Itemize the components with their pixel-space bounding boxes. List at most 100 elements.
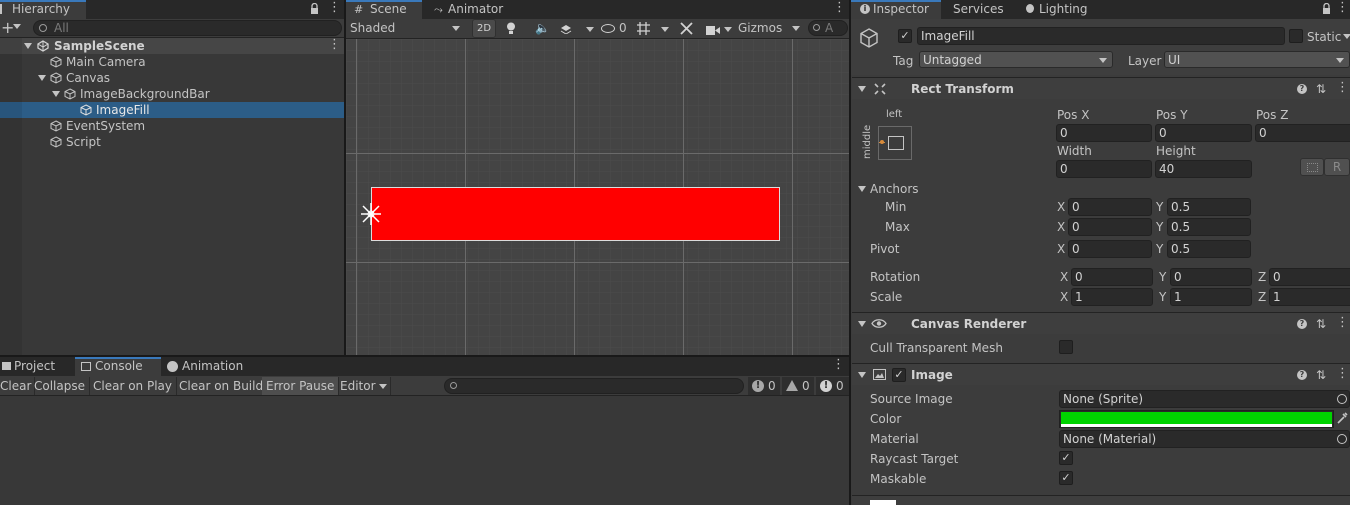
hierarchy-menu-icon[interactable]	[328, 0, 341, 15]
anchor-min-x-field[interactable]: 0	[1068, 198, 1152, 216]
help-icon[interactable]: ?	[1297, 319, 1307, 329]
pivot-x-field[interactable]: 0	[1068, 240, 1152, 258]
expand-arrow-icon[interactable]	[858, 321, 866, 327]
rotation-x-field[interactable]: 0	[1071, 268, 1153, 286]
static-checkbox[interactable]	[1289, 29, 1303, 43]
audio-toggle-icon[interactable]: 🔈	[535, 21, 550, 35]
scale-x-field[interactable]: 1	[1071, 288, 1153, 306]
expand-arrow-icon[interactable]	[858, 86, 866, 92]
info-count-toggle[interactable]: ! 0	[748, 377, 780, 395]
anchor-min-y-field[interactable]: 0.5	[1167, 198, 1251, 216]
editor-dropdown[interactable]: Editor	[336, 377, 391, 395]
lock-icon[interactable]	[310, 2, 319, 15]
tree-item-script[interactable]: Script	[50, 134, 101, 150]
panel-divider-vertical[interactable]	[849, 0, 851, 505]
panel-divider-horizontal[interactable]	[0, 355, 849, 357]
tab-inspector[interactable]: i Inspector	[851, 0, 941, 19]
material-field[interactable]: None (Material)	[1059, 430, 1350, 448]
help-icon[interactable]: ?	[1297, 370, 1307, 380]
component-menu-icon[interactable]	[1336, 315, 1349, 330]
clear-on-build-button[interactable]: Clear on Build	[175, 377, 269, 395]
shading-mode-dropdown[interactable]: Shaded	[346, 19, 464, 38]
chevron-down-icon[interactable]	[724, 27, 732, 32]
scene-viewport[interactable]	[346, 39, 849, 355]
raycast-target-checkbox[interactable]: ✓	[1059, 451, 1073, 465]
lighting-toggle-icon[interactable]	[506, 22, 516, 34]
presets-icon[interactable]: ⇅	[1316, 369, 1326, 381]
expand-arrow-icon[interactable]	[38, 75, 46, 81]
tree-item-eventsystem[interactable]: EventSystem	[50, 118, 145, 134]
source-image-field[interactable]: None (Sprite)	[1059, 390, 1350, 408]
layer-dropdown[interactable]: UI	[1164, 51, 1350, 68]
image-fill-rect[interactable]	[371, 187, 780, 241]
scale-z-field[interactable]: 1	[1269, 288, 1350, 306]
effects-icon[interactable]	[560, 22, 572, 35]
expand-arrow-icon[interactable]	[858, 372, 866, 378]
scene-menu-icon[interactable]	[833, 0, 846, 15]
chevron-down-icon[interactable]	[661, 27, 669, 32]
tree-item-canvas[interactable]: Canvas	[38, 70, 110, 86]
expand-arrow-icon[interactable]	[52, 91, 60, 97]
inspector-menu-icon[interactable]	[1336, 0, 1349, 15]
tab-hierarchy[interactable]: Hierarchy	[0, 0, 86, 19]
collapse-button[interactable]: Collapse	[30, 377, 90, 395]
chevron-down-icon[interactable]	[13, 24, 21, 29]
component-menu-icon[interactable]	[1336, 366, 1349, 381]
object-name-field[interactable]: ImageFill	[917, 27, 1285, 45]
rect-transform-header[interactable]: Rect Transform ? ⇅	[852, 77, 1350, 99]
canvas-renderer-header[interactable]: Canvas Renderer ? ⇅	[852, 312, 1350, 334]
tab-services[interactable]: Services	[947, 0, 1010, 19]
eyedropper-icon[interactable]	[1337, 412, 1348, 424]
scale-y-field[interactable]: 1	[1170, 288, 1252, 306]
hierarchy-search-input[interactable]: All	[33, 20, 342, 36]
console-menu-icon[interactable]	[832, 357, 845, 372]
anchor-presets-button[interactable]	[878, 126, 912, 160]
grid-snap-icon[interactable]	[637, 22, 650, 35]
gizmos-dropdown[interactable]: Gizmos	[734, 19, 804, 38]
scene-menu-icon[interactable]	[328, 37, 341, 53]
lock-icon[interactable]	[1322, 2, 1331, 15]
active-checkbox[interactable]: ✓	[898, 29, 912, 43]
tab-animator[interactable]: ⤳ Animator	[428, 0, 509, 19]
component-menu-icon[interactable]	[1336, 80, 1349, 95]
pivot-handle-icon[interactable]	[360, 202, 382, 226]
tab-lighting[interactable]: Lighting	[1019, 0, 1094, 19]
tree-item-main-camera[interactable]: Main Camera	[50, 54, 146, 70]
tab-console[interactable]: Console	[75, 357, 161, 376]
pos-y-field[interactable]: 0	[1155, 124, 1252, 142]
tab-scene[interactable]: # Scene	[346, 0, 422, 19]
maskable-checkbox[interactable]: ✓	[1059, 471, 1073, 485]
camera-icon[interactable]	[706, 24, 720, 35]
error-pause-button[interactable]: Error Pause	[262, 377, 340, 395]
image-enabled-checkbox[interactable]: ✓	[892, 368, 906, 382]
cull-transparent-mesh-checkbox[interactable]	[1059, 340, 1073, 354]
anchor-max-x-field[interactable]: 0	[1068, 218, 1152, 236]
console-log-area[interactable]	[0, 396, 849, 505]
width-field[interactable]: 0	[1056, 160, 1152, 178]
2d-toggle-button[interactable]: 2D	[472, 19, 496, 38]
image-component-header[interactable]: ✓ Image ? ⇅	[852, 363, 1350, 385]
scene-search-input[interactable]: A	[808, 20, 848, 36]
warning-count-toggle[interactable]: 0	[782, 377, 814, 395]
expand-arrow-icon[interactable]	[858, 186, 866, 192]
tools-icon[interactable]	[680, 22, 693, 35]
object-picker-icon[interactable]	[1337, 434, 1347, 444]
error-count-toggle[interactable]: ! 0	[816, 377, 849, 395]
color-field[interactable]	[1059, 410, 1334, 428]
raw-edit-button[interactable]: R	[1324, 158, 1350, 176]
rotation-z-field[interactable]: 0	[1269, 268, 1350, 286]
help-icon[interactable]: ?	[1297, 84, 1307, 94]
pivot-y-field[interactable]: 0.5	[1167, 240, 1251, 258]
panel-divider-hierarchy[interactable]	[344, 0, 346, 355]
tab-project[interactable]: Project	[0, 357, 61, 376]
blueprint-mode-button[interactable]	[1300, 158, 1324, 176]
presets-icon[interactable]: ⇅	[1316, 318, 1326, 330]
tree-item-imagefill[interactable]: ImageFill	[0, 102, 344, 118]
pos-x-field[interactable]: 0	[1056, 124, 1152, 142]
rotation-y-field[interactable]: 0	[1170, 268, 1252, 286]
height-field[interactable]: 40	[1155, 160, 1252, 178]
tree-item-samplescene[interactable]: SampleScene	[0, 37, 344, 54]
presets-icon[interactable]: ⇅	[1316, 83, 1326, 95]
chevron-down-icon[interactable]	[586, 27, 594, 32]
console-search-input[interactable]	[444, 378, 744, 394]
